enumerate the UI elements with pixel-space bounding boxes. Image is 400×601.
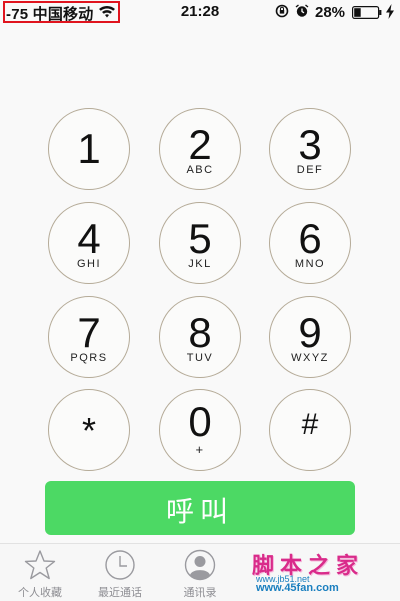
key-letters: JKL xyxy=(188,258,212,270)
alarm-icon xyxy=(295,4,309,17)
clock-icon xyxy=(105,550,135,580)
key-letters: ABC xyxy=(186,164,214,176)
key-digit: 1 xyxy=(77,125,101,172)
battery-percent: 28% xyxy=(315,4,346,21)
charging-bolt-icon xyxy=(386,4,394,19)
key-0[interactable]: 0 + xyxy=(159,389,241,471)
key-3[interactable]: 3 DEF xyxy=(269,108,351,190)
call-button-label: 呼叫 xyxy=(165,496,234,527)
key-letters: + xyxy=(195,442,205,457)
key-8[interactable]: 8 TUV xyxy=(159,296,241,378)
key-7[interactable]: 7 PQRS xyxy=(48,296,130,378)
key-letters: GHI xyxy=(76,258,102,270)
tab-favorites[interactable]: 个人收藏 xyxy=(0,544,80,601)
key-digit: 0 xyxy=(188,398,212,445)
key-digit: 6 xyxy=(298,215,322,262)
status-bar: -75 中国移动 21:28 28% xyxy=(0,0,400,26)
star-icon xyxy=(24,550,56,580)
key-letters: PQRS xyxy=(70,352,108,364)
call-button[interactable]: 呼叫 xyxy=(45,481,355,535)
key-letters: MNO xyxy=(294,258,326,270)
key-letters: TUV xyxy=(186,352,214,364)
key-digit: 7 xyxy=(77,309,101,356)
key-digit: * xyxy=(81,410,96,451)
tab-label: 通讯录 xyxy=(183,587,217,599)
key-digit: # xyxy=(301,408,319,441)
key-letters: WXYZ xyxy=(291,352,329,364)
key-letters: DEF xyxy=(296,164,324,176)
tab-recents[interactable]: 最近通话 xyxy=(80,544,160,601)
key-digit: 9 xyxy=(298,309,322,356)
key-digit: 8 xyxy=(188,309,212,356)
key-digit: 5 xyxy=(188,215,212,262)
tab-label: 最近通话 xyxy=(98,587,142,599)
key-1[interactable]: 1 xyxy=(48,108,130,190)
key-digit: 3 xyxy=(298,121,322,168)
watermark-url-secondary: www.45fan.com xyxy=(256,582,339,594)
key-2[interactable]: 2 ABC xyxy=(159,108,241,190)
key-star[interactable]: * xyxy=(48,389,130,471)
key-4[interactable]: 4 GHI xyxy=(48,202,130,284)
site-watermark: 脚本之家 www.jb51.net www.45fan.com xyxy=(242,548,392,596)
key-6[interactable]: 6 MNO xyxy=(269,202,351,284)
key-digit: 4 xyxy=(77,215,101,262)
key-9[interactable]: 9 WXYZ xyxy=(269,296,351,378)
key-digit: 2 xyxy=(188,121,212,168)
tab-label: 个人收藏 xyxy=(18,587,62,599)
key-5[interactable]: 5 JKL xyxy=(159,202,241,284)
key-pound[interactable]: # xyxy=(269,389,351,471)
contact-icon xyxy=(184,549,216,581)
tab-contacts[interactable]: 通讯录 xyxy=(160,544,240,601)
battery-icon xyxy=(352,6,382,19)
rotation-lock-icon xyxy=(275,4,289,18)
